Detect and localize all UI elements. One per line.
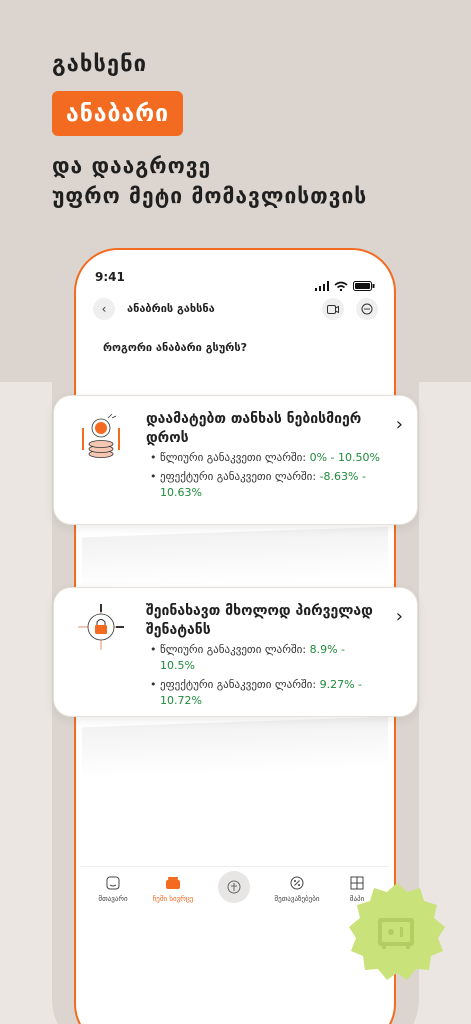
- hero-banner: გახსენი ანაბარი და დააგროვე უფრო მეტი მო…: [52, 52, 367, 208]
- status-time: 9:41: [95, 270, 125, 284]
- rate-value: 0% - 10.50%: [309, 451, 380, 464]
- payments-button[interactable]: [218, 871, 250, 903]
- status-bar: 9:41: [95, 270, 375, 291]
- card-shadow: [82, 526, 388, 590]
- card-title: შეინახავთ მხოლოდ პირველად შენატანს: [146, 603, 373, 638]
- rate-item: წლიური განაკვეთი ლარში: 0% - 10.50%: [150, 450, 380, 466]
- safe-badge-icon: [349, 883, 445, 980]
- tab-offers[interactable]: შეთავაზებები: [267, 875, 327, 903]
- video-call-button[interactable]: [322, 298, 344, 320]
- deposit-option-card[interactable]: შეინახავთ მხოლოდ პირველად შენატანს წლიურ…: [53, 587, 418, 717]
- hero-line-1: გახსენი: [52, 52, 147, 77]
- chevron-right-icon: ›: [395, 414, 403, 435]
- tab-home[interactable]: მთავარი: [83, 875, 143, 903]
- chevron-left-icon: ‹: [101, 302, 107, 316]
- card-shadow: [82, 716, 388, 780]
- card-title: დაამატებთ თანხას ნებისმიერ დროს: [146, 411, 362, 446]
- status-icons: [314, 272, 375, 291]
- rates-list: წლიური განაკვეთი ლარში: 8.9% - 10.5% ეფე…: [150, 642, 380, 712]
- chevron-right-icon: ›: [395, 606, 403, 627]
- offers-icon: [290, 876, 304, 890]
- tab-label: შეთავაზებები: [274, 895, 320, 903]
- deposit-option-card[interactable]: დაამატებთ თანხას ნებისმიერ დროს წლიური გ…: [53, 395, 418, 525]
- wallet-icon: [166, 877, 180, 889]
- locked-safe-icon: [78, 604, 124, 650]
- battery-icon: [353, 281, 375, 291]
- hero-line-4: უფრო მეტი მომავლისთვის: [52, 184, 368, 208]
- rate-item: ეფექტური განაკვეთი ლარში: 9.27% - 10.72%: [150, 677, 380, 709]
- rate-label: ეფექტური განაკვეთი ლარში:: [160, 678, 317, 691]
- wifi-icon: [334, 281, 348, 291]
- hero-line-3: და დააგროვე: [52, 154, 212, 178]
- chat-icon: [361, 303, 373, 315]
- bottom-tab-bar: მთავარი ჩემი სივრცე შეთავაზებები მაპი: [81, 866, 389, 924]
- payments-icon: [227, 880, 241, 894]
- rates-list: წლიური განაკვეთი ლარში: 0% - 10.50% ეფექ…: [150, 450, 380, 504]
- page-title: ანაბრის გახსნა: [127, 302, 215, 315]
- rate-label: ეფექტური განაკვეთი ლარში:: [160, 470, 317, 483]
- chat-button[interactable]: [356, 298, 378, 320]
- app-bar: ‹ ანაბრის გახსნა: [93, 298, 378, 322]
- signal-icon: [314, 281, 329, 291]
- video-icon: [327, 304, 339, 314]
- tab-my-space[interactable]: ჩემი სივრცე: [143, 875, 203, 903]
- rate-label: წლიური განაკვეთი ლარში:: [160, 451, 307, 464]
- tab-label: მთავარი: [98, 895, 128, 903]
- back-button[interactable]: ‹: [93, 298, 115, 320]
- coins-stack-icon: [82, 413, 120, 458]
- deposit-question: როგორი ანაბარი გსურს?: [103, 341, 247, 354]
- rate-label: წლიური განაკვეთი ლარში:: [160, 643, 307, 656]
- rate-item: ეფექტური განაკვეთი ლარში: -8.63% - 10.63…: [150, 469, 380, 501]
- rate-item: წლიური განაკვეთი ლარში: 8.9% - 10.5%: [150, 642, 380, 674]
- tab-label: ჩემი სივრცე: [152, 895, 194, 903]
- hero-badge: ანაბარი: [52, 91, 184, 136]
- home-icon: [106, 876, 120, 890]
